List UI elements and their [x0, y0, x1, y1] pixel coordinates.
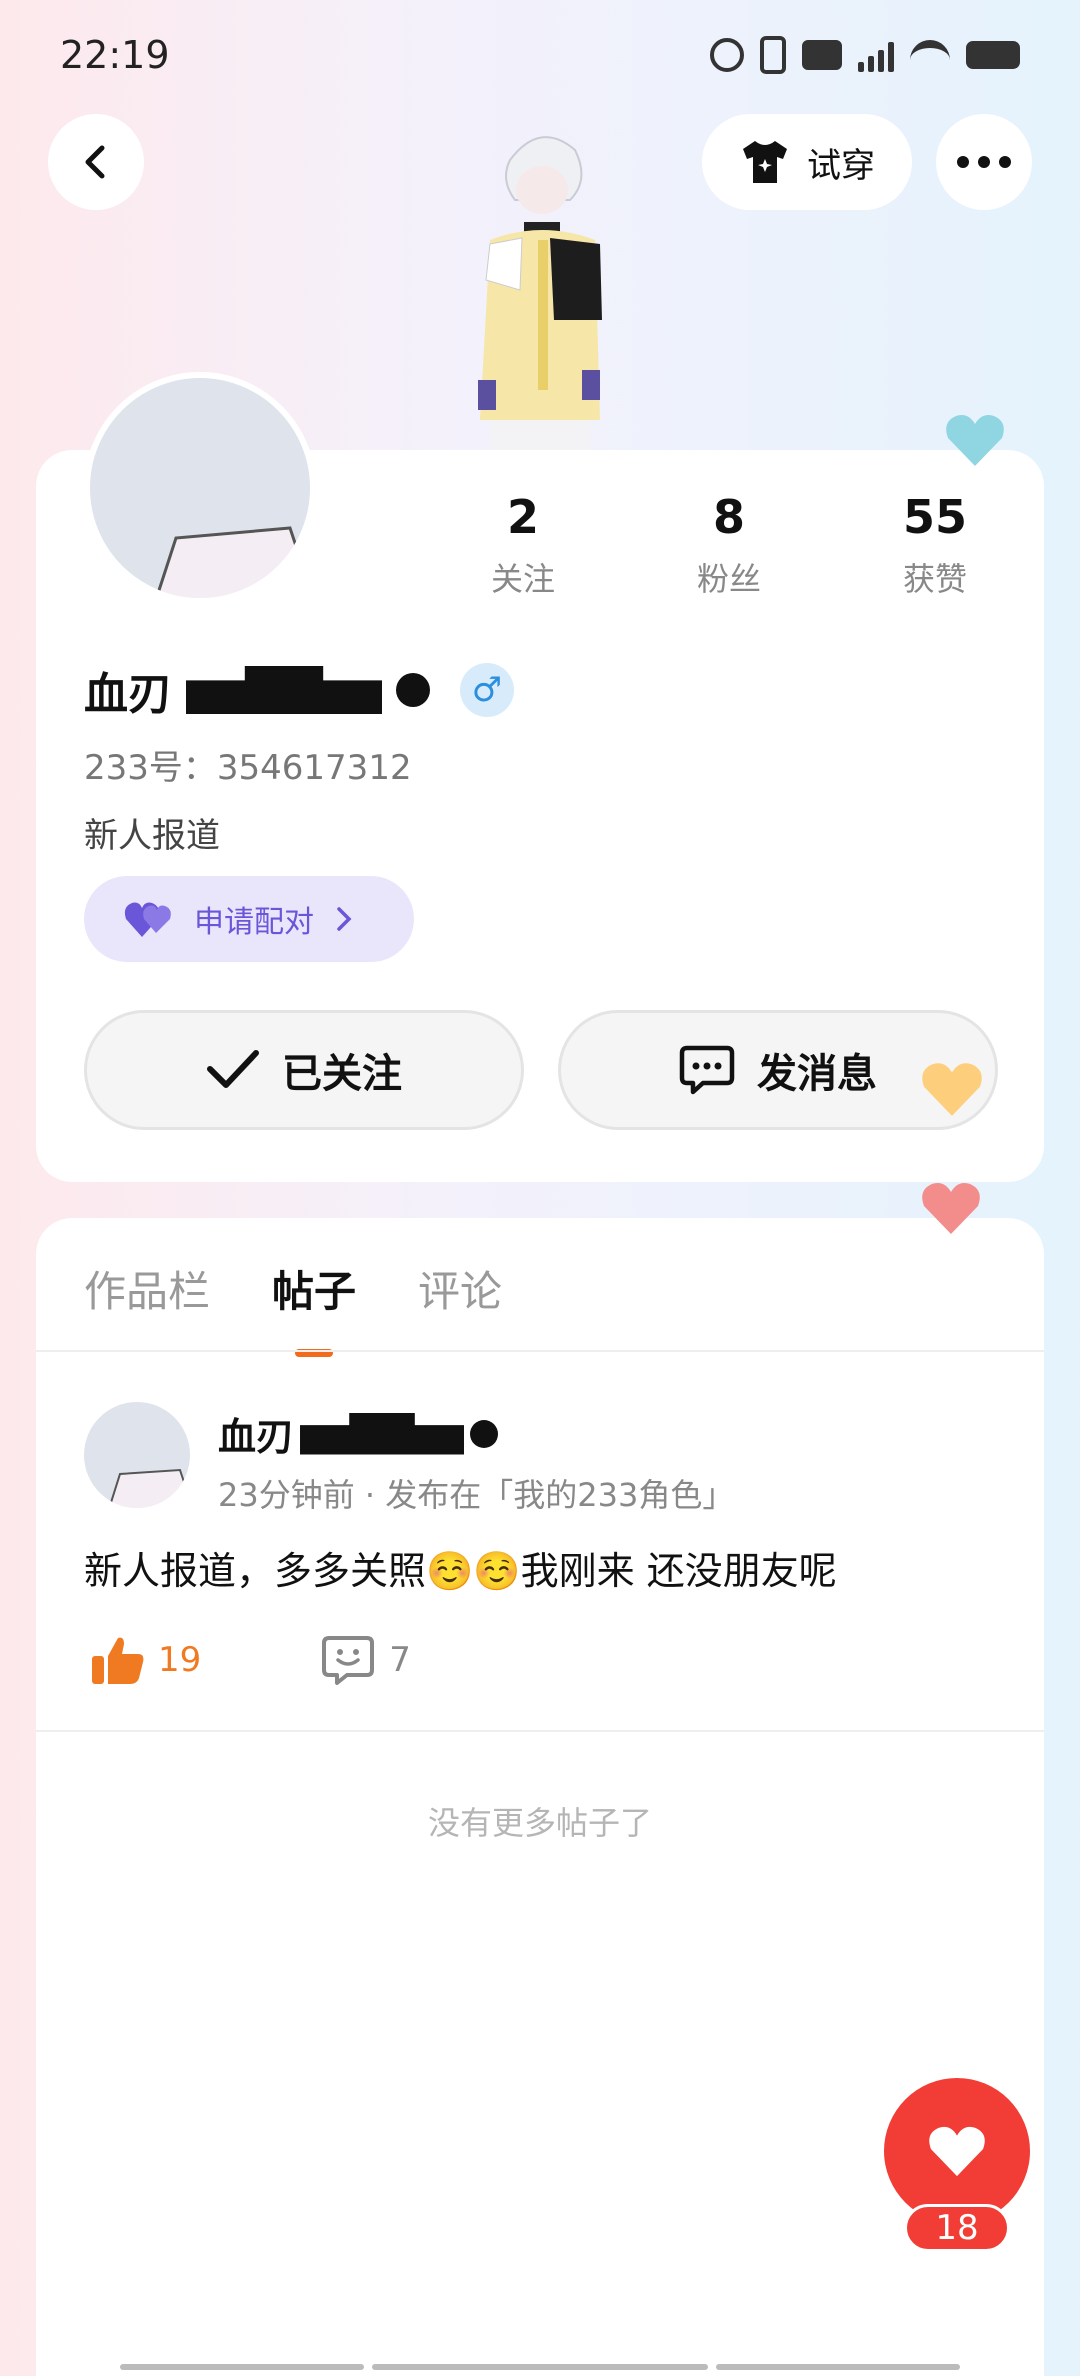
stat-value: 55	[902, 490, 967, 544]
redacted-text	[186, 666, 382, 714]
try-on-label: 试穿	[807, 145, 875, 186]
like-fab-button[interactable]	[884, 2078, 1030, 2224]
followed-button[interactable]: 已关注	[84, 1010, 524, 1130]
thumbs-up-icon[interactable]	[90, 1634, 146, 1686]
tshirt-icon	[743, 141, 787, 183]
profile-stats: 2 关注 8 粉丝 55 获赞	[420, 490, 1040, 600]
hd-icon	[802, 40, 842, 70]
username: 血刃	[84, 669, 172, 720]
floating-heart-icon	[946, 415, 1004, 466]
scroll-indicator	[372, 2364, 708, 2370]
stat-following[interactable]: 2 关注	[420, 490, 626, 600]
chevron-right-icon	[337, 907, 352, 931]
username-row: 血刃 ♂	[84, 658, 514, 722]
user-bio: 新人报道	[84, 816, 220, 856]
redacted-text	[300, 1412, 465, 1455]
stat-label: 获赞	[902, 560, 967, 598]
tabs-divider	[36, 1350, 1044, 1352]
status-bar: 22:19	[0, 0, 1080, 110]
apply-pair-button[interactable]: 申请配对	[84, 876, 414, 962]
post-divider	[36, 1730, 1044, 1732]
alarm-icon	[710, 38, 744, 72]
post-author-prefix: 血刃	[218, 1415, 295, 1459]
scroll-indicator	[716, 2364, 960, 2370]
status-icons	[710, 36, 1020, 74]
vibrate-icon	[760, 36, 786, 74]
back-button[interactable]	[48, 114, 144, 210]
post-author-name[interactable]: 血刃	[218, 1406, 499, 1461]
post-content[interactable]: 新人报道，多多关照☺️☺️我刚来 还没朋友呢	[84, 1540, 837, 1595]
stat-label: 粉丝	[696, 560, 761, 598]
no-more-posts-text: 没有更多帖子了	[427, 1804, 652, 1842]
redacted-dot	[396, 673, 430, 707]
floating-heart-icon	[922, 1183, 980, 1234]
comment-count: 7	[389, 1640, 411, 1680]
scroll-indicator	[120, 2364, 364, 2370]
status-time: 22:19	[60, 33, 170, 77]
profile-avatar[interactable]	[84, 372, 316, 604]
posts-card	[36, 1218, 1044, 2376]
apply-pair-label: 申请配对	[194, 905, 314, 940]
tab-comments[interactable]: 评论	[418, 1258, 502, 1319]
avatar-character-image[interactable]	[450, 120, 630, 450]
post-actions: 19 7	[90, 1634, 411, 1686]
post-author-avatar[interactable]	[84, 1402, 190, 1508]
battery-icon	[966, 41, 1020, 69]
chat-bubble-icon	[679, 1045, 735, 1095]
post-meta: 23分钟前 · 发布在「我的233角色」	[218, 1476, 735, 1514]
signal-icon	[858, 38, 894, 72]
comment-icon[interactable]	[321, 1634, 375, 1686]
like-count: 19	[158, 1640, 202, 1680]
floating-heart-icon	[922, 1063, 982, 1116]
stat-likes[interactable]: 55 获赞	[832, 490, 1038, 600]
more-dots-icon	[957, 156, 1011, 168]
check-icon	[207, 1050, 259, 1088]
double-heart-icon	[124, 902, 171, 937]
stat-value: 2	[506, 490, 539, 544]
male-gender-icon: ♂	[460, 663, 514, 717]
heart-icon	[929, 2126, 985, 2177]
tab-works[interactable]: 作品栏	[84, 1258, 210, 1319]
wifi-icon	[910, 40, 950, 70]
stat-label: 关注	[490, 560, 555, 598]
more-button[interactable]	[936, 114, 1032, 210]
fab-like-count: 18	[904, 2204, 1010, 2252]
followed-label: 已关注	[282, 1051, 402, 1097]
stat-value: 8	[712, 490, 745, 544]
profile-tabs: 作品栏 帖子 评论	[84, 1258, 502, 1319]
tab-posts[interactable]: 帖子	[272, 1258, 356, 1319]
try-on-button[interactable]: 试穿	[702, 114, 912, 210]
stat-followers[interactable]: 8 粉丝	[626, 490, 832, 600]
redacted-dot	[470, 1419, 499, 1448]
send-message-label: 发消息	[757, 1051, 877, 1097]
user-id: 233号：354617312	[84, 748, 412, 788]
chevron-left-icon	[85, 145, 105, 179]
